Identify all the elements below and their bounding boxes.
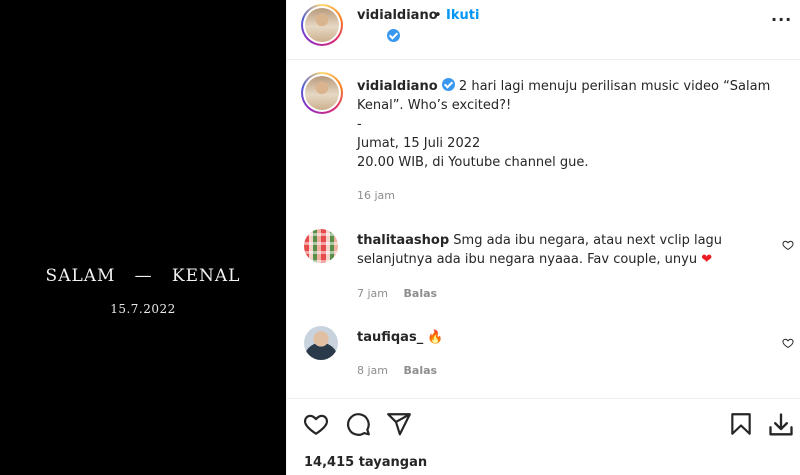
heart-icon[interactable] (303, 411, 329, 437)
comment-icon[interactable] (345, 411, 371, 437)
post-media[interactable]: SALAM — KENAL 15.7.2022 (0, 0, 286, 475)
comment-timestamp[interactable]: 7 jam (357, 287, 388, 300)
media-title: SALAM — KENAL (0, 266, 286, 286)
media-title-dash: — (134, 266, 153, 286)
media-title-right: KENAL (171, 266, 241, 286)
header-separator: • (434, 8, 442, 23)
reply-button[interactable]: Balas (404, 287, 438, 300)
commenter-avatar[interactable] (304, 326, 338, 360)
caption-username[interactable]: vidialdiano (357, 79, 438, 94)
reply-button[interactable]: Balas (404, 364, 438, 377)
caption-text-5: 20.00 WIB, di Youtube channel gue. (357, 155, 589, 170)
author-avatar[interactable] (301, 4, 343, 46)
comment-meta: 7 jam Balas (357, 287, 437, 300)
caption-verified-icon (441, 78, 455, 94)
comment-text-1: Smg ada ibu negara, atau next vclip lagu (453, 233, 723, 248)
comment-like-heart-icon[interactable] (782, 337, 794, 349)
red-heart-emoji-icon: ❤ (701, 252, 713, 267)
author-username[interactable]: vidialdiano (357, 8, 438, 23)
action-bar (287, 398, 800, 448)
comment-timestamp[interactable]: 8 jam (357, 364, 388, 377)
post-panel: vidialdiano • Ikuti ··· vidialdiano 2 ha… (286, 0, 800, 475)
fire-emoji-icon: 🔥 (427, 330, 444, 345)
follow-button[interactable]: Ikuti (446, 8, 479, 23)
comment-like-heart-icon[interactable] (782, 239, 794, 251)
bookmark-icon[interactable] (728, 411, 754, 437)
view-count[interactable]: 14,415 tayangan (304, 455, 427, 470)
caption-text-4: Jumat, 15 Juli 2022 (357, 136, 481, 151)
post-header: vidialdiano • Ikuti ··· (287, 0, 800, 60)
comment-line-2: selanjutnya ada ibu negara nyaaa. Fav co… (357, 250, 712, 269)
commenter-avatar[interactable] (304, 229, 338, 263)
media-date: 15.7.2022 (110, 302, 176, 316)
comment-line-1: taufiqas_ 🔥 (357, 328, 444, 347)
share-icon[interactable] (386, 411, 412, 437)
download-icon[interactable] (767, 411, 795, 439)
verified-badge-icon (387, 26, 400, 45)
comment-meta: 8 jam Balas (357, 364, 437, 377)
caption-avatar[interactable] (301, 72, 343, 114)
comment-username[interactable]: thalitaashop (357, 233, 449, 248)
caption-text-2: Kenal”. Who’s excited?! (357, 98, 512, 113)
caption-text-1: 2 hari lagi menuju perilisan music video… (458, 79, 771, 94)
caption-text-3: - (357, 117, 362, 132)
caption-line-1: vidialdiano 2 hari lagi menuju perilisan… (357, 77, 777, 96)
comment-username[interactable]: taufiqas_ (357, 330, 423, 345)
more-options-button[interactable]: ··· (771, 10, 792, 29)
caption-timestamp[interactable]: 16 jam (357, 189, 395, 202)
comment-line-1: thalitaashop Smg ada ibu negara, atau ne… (357, 231, 777, 250)
media-title-left: SALAM (45, 266, 116, 286)
comment-text-2: selanjutnya ada ibu negara nyaaa. Fav co… (357, 252, 698, 267)
